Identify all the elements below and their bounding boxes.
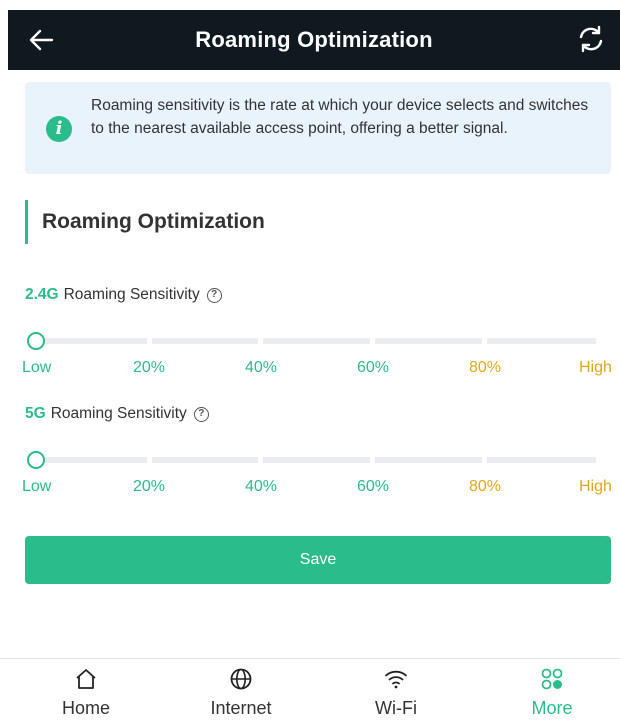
slider-track-segment (263, 338, 370, 344)
info-text: Roaming sensitivity is the rate at which… (91, 97, 589, 137)
app-header: Roaming Optimization (8, 10, 620, 70)
nav-item-wifi[interactable]: Wi-Fi (336, 659, 456, 721)
tick-80[interactable]: 80% (469, 359, 501, 377)
slider-track-segment (263, 457, 370, 463)
slider-handle[interactable] (27, 451, 45, 469)
home-icon (76, 669, 96, 689)
nav-label: Wi-Fi (375, 698, 417, 718)
slider-2-4g-sensitivity[interactable] (27, 332, 596, 350)
more-apps-icon (541, 668, 563, 690)
slider-track-segment (375, 338, 482, 344)
band-label: 5G (25, 405, 46, 422)
slider-tick-labels: Low 20% 40% 60% 80% High (0, 359, 620, 379)
slider-5g-sensitivity[interactable] (27, 451, 596, 469)
nav-item-internet[interactable]: Internet (181, 659, 301, 721)
nav-item-home[interactable]: Home (26, 659, 146, 721)
slider-tick-labels: Low 20% 40% 60% 80% High (0, 478, 620, 498)
band-label: 2.4G (25, 286, 59, 303)
help-icon[interactable]: ? (206, 287, 222, 303)
tick-20[interactable]: 20% (133, 478, 165, 496)
refresh-icon[interactable] (576, 24, 606, 54)
tick-low[interactable]: Low (22, 359, 51, 377)
slider-track-segment (30, 457, 147, 463)
arrow-left-icon[interactable] (26, 24, 58, 56)
tick-60[interactable]: 60% (357, 478, 389, 496)
slider-track-segment (152, 457, 258, 463)
field-label-text: Roaming Sensitivity (50, 405, 187, 422)
info-icon: i (46, 116, 72, 142)
slider-track-segment (30, 338, 147, 344)
slider-track-segment (152, 338, 258, 344)
label-5g-roaming-sensitivity: 5G Roaming Sensitivity ? (25, 405, 209, 423)
slider-track-segment (487, 338, 596, 344)
tick-20[interactable]: 20% (133, 359, 165, 377)
label-2-4g-roaming-sensitivity: 2.4G Roaming Sensitivity ? (25, 286, 222, 304)
tick-40[interactable]: 40% (245, 359, 277, 377)
nav-label: Internet (210, 698, 272, 718)
slider-track-segment (487, 457, 596, 463)
tick-high[interactable]: High (579, 478, 612, 496)
bottom-nav: Home Internet Wi-Fi More (0, 658, 620, 720)
slider-handle[interactable] (27, 332, 45, 350)
tick-low[interactable]: Low (22, 478, 51, 496)
tick-60[interactable]: 60% (357, 359, 389, 377)
slider-track-segment (375, 457, 482, 463)
info-notice: i Roaming sensitivity is the rate at whi… (25, 82, 611, 174)
field-label-text: Roaming Sensitivity (63, 286, 200, 303)
tick-high[interactable]: High (579, 359, 612, 377)
wifi-icon (385, 670, 407, 689)
nav-label: Home (61, 698, 110, 718)
tick-80[interactable]: 80% (469, 478, 501, 496)
page-title: Roaming Optimization (195, 27, 433, 52)
save-button[interactable]: Save (25, 536, 611, 584)
section-title: Roaming Optimization (25, 200, 265, 244)
nav-label: More (531, 698, 573, 718)
nav-item-more[interactable]: More (492, 659, 612, 721)
tick-40[interactable]: 40% (245, 478, 277, 496)
help-icon[interactable]: ? (193, 406, 209, 422)
globe-icon (230, 668, 252, 690)
